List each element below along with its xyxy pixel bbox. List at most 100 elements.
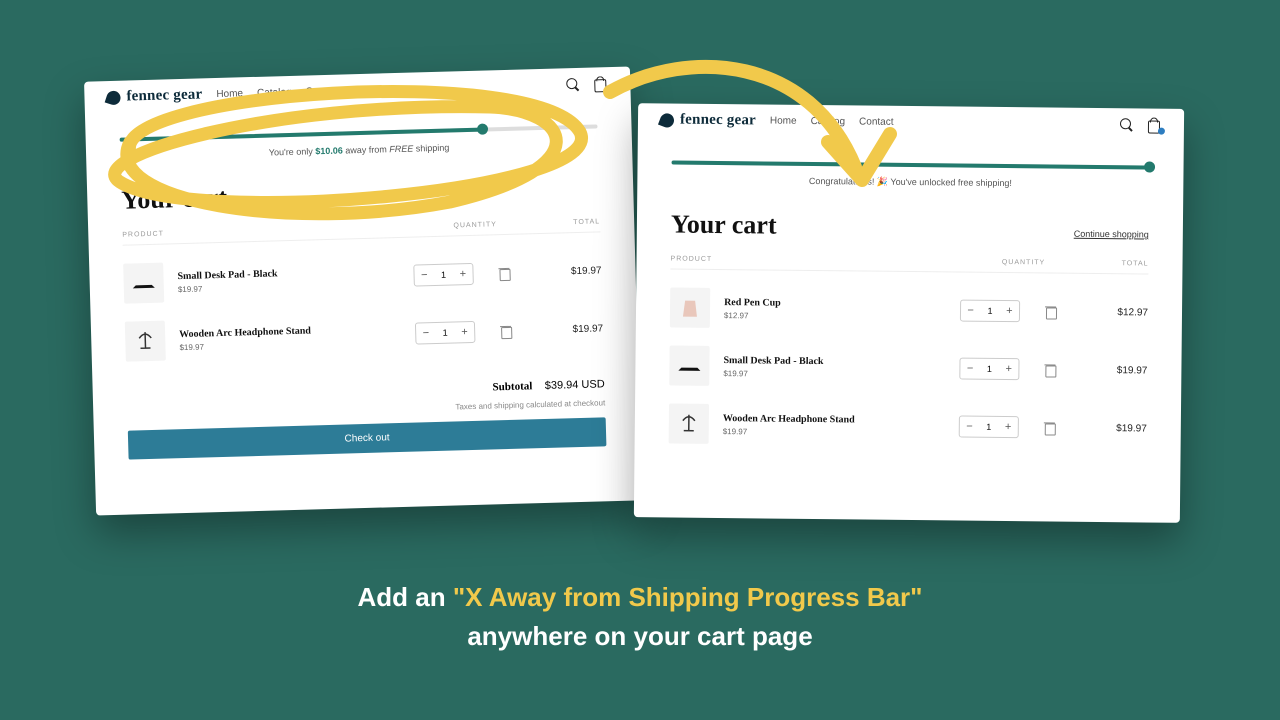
qty-minus-button[interactable]: − [961,305,980,317]
nav-catalog[interactable]: Catalog [811,116,846,127]
shipping-progress: You're only $10.06 away from FREE shippi… [120,124,598,161]
shipping-progress: Congratulations! 🎉 You've unlocked free … [671,161,1149,191]
hdr-quantity: Quantity [958,259,1088,267]
product-price: $19.97 [178,278,400,293]
cart-row: Small Desk Pad - Black$19.97 −1+ $19.97 [669,345,1147,390]
topbar: fennec gear Home Catalog Contact [638,103,1184,138]
hdr-quantity: Quantity [410,220,540,231]
subtotal-label: Subtotal [492,380,532,393]
progress-knob-icon [477,123,488,134]
hdr-product: Product [671,256,959,266]
nav-home[interactable]: Home [216,88,243,100]
tagline-highlight: "X Away from Shipping Progress Bar" [453,582,923,612]
cart-row: Red Pen Cup$12.97 −1+ $12.97 [670,287,1148,332]
brand[interactable]: fennec gear [106,86,202,106]
qty-minus-button[interactable]: − [414,269,434,282]
line-price: $12.97 [1088,306,1148,318]
bag-icon[interactable] [1148,118,1162,132]
hdr-product: Product [122,224,410,239]
cart-row: Small Desk Pad - Black$19.97 −1+ $19.97 [123,250,602,303]
quantity-stepper[interactable]: −1+ [415,321,476,345]
nav-contact[interactable]: Contact [859,116,894,127]
nav-catalog[interactable]: Catalog [257,87,292,99]
product-price: $19.97 [723,369,945,380]
product-price: $19.97 [179,336,401,351]
qty-minus-button[interactable]: − [960,421,979,433]
quantity-stepper[interactable]: −1+ [959,358,1019,381]
quantity-stepper[interactable]: −1+ [959,416,1019,439]
progress-fill [672,161,1150,170]
trash-icon[interactable] [499,324,513,338]
tagline: Add an "X Away from Shipping Progress Ba… [0,578,1280,656]
product-thumb-icon [125,321,166,362]
cart-title: Your cart [671,210,777,241]
progress-message: Congratulations! 🎉 You've unlocked free … [671,175,1149,191]
hdr-total: Total [540,218,600,227]
progress-knob-icon [1144,161,1155,172]
qty-value: 1 [435,327,455,338]
quantity-stepper[interactable]: −1+ [960,300,1020,323]
progress-message: You're only $10.06 away from FREE shippi… [120,138,598,161]
search-icon[interactable] [1120,118,1134,132]
product-thumb-icon [669,345,709,385]
hdr-total: Total [1088,260,1148,268]
cart-preview-right: fennec gear Home Catalog Contact Congrat… [634,103,1184,523]
bag-icon[interactable] [594,77,608,91]
qty-minus-button[interactable]: − [416,327,436,340]
search-icon[interactable] [566,77,580,91]
line-price: $19.97 [543,323,603,336]
trash-icon[interactable] [1043,362,1057,376]
cart-row: Wooden Arc Headphone Stand$19.97 −1+ $19… [125,308,604,361]
divider [670,268,1148,274]
product-name: Wooden Arc Headphone Stand [723,413,945,426]
qty-plus-button[interactable]: + [453,268,473,281]
product-thumb-icon [669,403,709,443]
product-price: $19.97 [723,427,945,438]
bag-badge-icon [604,85,611,92]
continue-shopping-link[interactable]: Continue shopping [1074,229,1149,240]
qty-minus-button[interactable]: − [960,363,979,375]
qty-value: 1 [979,422,998,432]
cart-preview-left: fennec gear Home Catalog Contact You're … [84,66,642,515]
product-thumb-icon [670,287,710,327]
column-headers: Product Quantity Total [671,256,1149,268]
line-price: $19.97 [1087,422,1147,434]
brand-name: fennec gear [126,86,202,105]
trash-icon[interactable] [1044,304,1058,318]
quantity-stepper[interactable]: −1+ [413,263,474,287]
product-price: $12.97 [724,311,946,322]
column-headers: Product Quantity Total [122,218,600,238]
cart-title: Your cart [121,183,227,216]
tagline-post: anywhere on your cart page [467,621,812,651]
nav-links: Home Catalog Contact [770,116,894,128]
nav-contact[interactable]: Contact [305,86,340,98]
brand[interactable]: fennec gear [660,111,756,129]
cart-header: Your cart Continue shopping [671,210,1149,245]
bag-badge-icon [1158,127,1165,134]
qty-plus-button[interactable]: + [455,326,475,339]
qty-plus-button[interactable]: + [998,421,1017,433]
nav-home[interactable]: Home [770,116,797,127]
qty-value: 1 [980,306,999,316]
qty-plus-button[interactable]: + [999,363,1018,375]
line-price: $19.97 [1087,364,1147,376]
cart-header: Your cart [121,172,600,215]
tagline-pre: Add an [358,582,453,612]
brand-logo-icon [658,111,676,129]
subtotal-value: $39.94 USD [545,378,605,392]
nav-links: Home Catalog Contact [216,86,340,100]
product-thumb-icon [123,263,164,304]
product-name: Small Desk Pad - Black [723,355,945,368]
qty-value: 1 [980,364,999,374]
progress-fill [120,128,483,142]
brand-logo-icon [105,89,123,107]
qty-value: 1 [434,269,454,280]
topbar: fennec gear Home Catalog Contact [84,66,631,110]
qty-plus-button[interactable]: + [1000,305,1019,317]
brand-name: fennec gear [680,112,756,130]
trash-icon[interactable] [1043,420,1057,434]
checkout-button[interactable]: Check out [128,417,607,459]
trash-icon[interactable] [497,266,511,280]
cart-row: Wooden Arc Headphone Stand$19.97 −1+ $19… [669,403,1147,448]
line-price: $19.97 [541,265,601,278]
